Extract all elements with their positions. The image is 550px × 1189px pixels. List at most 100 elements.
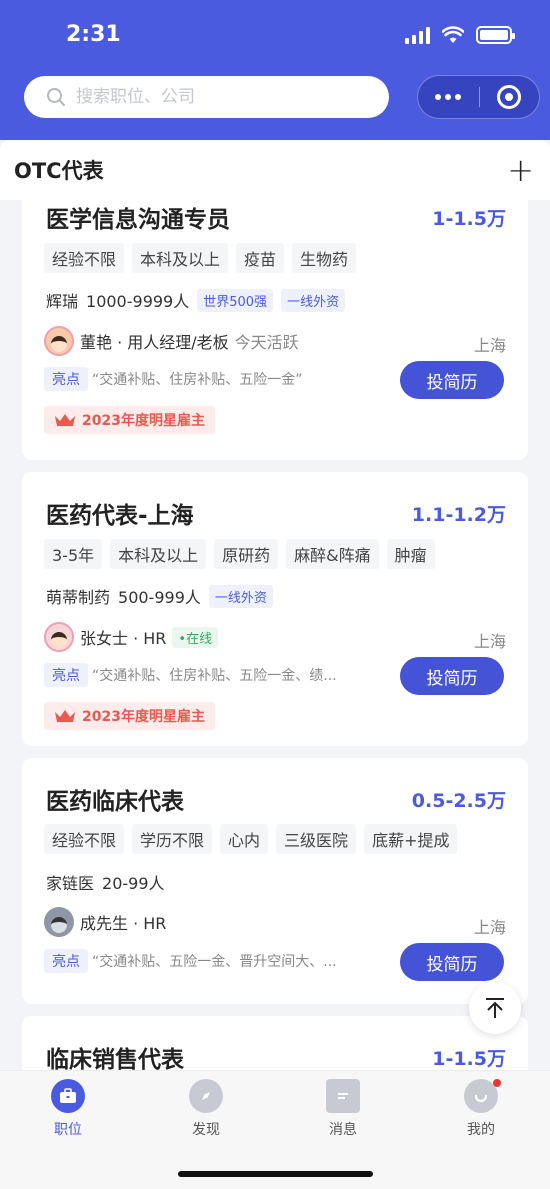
notification-dot bbox=[493, 1079, 501, 1087]
job-card[interactable]: 医药临床代表 0.5-2.5万 经验不限 学历不限 心内 三级医院 底薪+提成 … bbox=[22, 758, 528, 1004]
home-indicator bbox=[178, 1171, 373, 1177]
job-tag: 生物药 bbox=[292, 243, 357, 273]
company-size: 1000-9999人 bbox=[86, 292, 190, 311]
job-highlight: 亮点 “交通补贴、住房补贴、五险一金、绩... bbox=[44, 663, 337, 687]
badge-text: 2023年度明星雇主 bbox=[82, 709, 205, 725]
company-info: 辉瑞 1000-9999人 世界500强 一线外资 bbox=[46, 288, 346, 312]
job-salary: 0.5-2.5万 bbox=[411, 790, 506, 812]
job-salary: 1.1-1.2万 bbox=[411, 504, 506, 526]
job-tag: 本科及以上 bbox=[110, 539, 207, 569]
battery-icon bbox=[476, 26, 515, 44]
nav-jobs[interactable]: 职位 bbox=[28, 1079, 108, 1139]
header: 2:31 bbox=[0, 0, 550, 140]
highlight-text: “交通补贴、住房补贴、五险一金、绩... bbox=[92, 668, 337, 684]
search-input[interactable] bbox=[76, 87, 356, 107]
job-title: 医学信息沟通专员 bbox=[46, 207, 230, 233]
search-bar[interactable] bbox=[24, 76, 389, 118]
nav-label: 职位 bbox=[54, 1122, 82, 1138]
job-tags: 经验不限 本科及以上 疫苗 生物药 bbox=[44, 243, 357, 273]
wifi-icon bbox=[442, 26, 464, 43]
badge-text: 2023年度明星雇主 bbox=[82, 413, 205, 429]
job-tag: 心内 bbox=[220, 824, 269, 854]
compass-icon bbox=[189, 1079, 223, 1113]
job-card[interactable]: 医药代表-上海 1.1-1.2万 3-5年 本科及以上 原研药 麻醉&阵痛 肿瘤… bbox=[22, 472, 528, 746]
nav-profile[interactable]: 我的 bbox=[441, 1079, 521, 1139]
message-icon bbox=[326, 1079, 360, 1113]
close-miniprogram-button[interactable] bbox=[480, 85, 539, 109]
recruiter-name: 成先生 · HR bbox=[80, 914, 167, 933]
crown-icon bbox=[55, 414, 75, 426]
company-info: 萌蒂制药 500-999人 一线外资 bbox=[46, 584, 273, 608]
company-tag: 一线外资 bbox=[208, 584, 273, 608]
company-info: 家链医 20-99人 bbox=[46, 870, 165, 894]
status-time: 2:31 bbox=[66, 22, 121, 47]
status-icons bbox=[405, 26, 515, 44]
arrow-up-icon bbox=[486, 998, 504, 1018]
job-tab-bar: OTC代表 + bbox=[0, 140, 550, 200]
company-name: 萌蒂制药 bbox=[46, 588, 111, 607]
highlight-label: 亮点 bbox=[44, 663, 88, 687]
job-card[interactable]: 医学信息沟通专员 1-1.5万 经验不限 本科及以上 疫苗 生物药 辉瑞 100… bbox=[22, 200, 528, 460]
recruiter-name: 张女士 · HR bbox=[80, 629, 167, 648]
miniprogram-capsule bbox=[417, 75, 540, 119]
back-to-top-button[interactable] bbox=[469, 982, 521, 1034]
job-tag: 3-5年 bbox=[44, 539, 103, 569]
add-tab-button[interactable]: + bbox=[507, 154, 534, 186]
company-size: 500-999人 bbox=[118, 588, 201, 607]
job-card[interactable]: 临床销售代表 1-1.5万 bbox=[22, 1016, 528, 1070]
job-tags: 3-5年 本科及以上 原研药 麻醉&阵痛 肿瘤 bbox=[44, 539, 435, 569]
company-tag: 一线外资 bbox=[281, 288, 346, 312]
avatar bbox=[44, 622, 74, 652]
job-tag: 经验不限 bbox=[44, 824, 125, 854]
job-tag: 疫苗 bbox=[236, 243, 285, 273]
job-tag: 经验不限 bbox=[44, 243, 125, 273]
highlight-text: “交通补贴、五险一金、晋升空间大、... bbox=[92, 954, 337, 970]
job-location: 上海 bbox=[473, 632, 506, 651]
crown-icon bbox=[55, 710, 75, 722]
recruiter-info: 董艳 · 用人经理/老板 今天活跃 bbox=[44, 326, 299, 356]
job-tag: 本科及以上 bbox=[132, 243, 229, 273]
job-tags: 经验不限 学历不限 心内 三级医院 底薪+提成 bbox=[44, 824, 458, 854]
apply-button[interactable]: 投简历 bbox=[400, 657, 504, 695]
tab-otc[interactable]: OTC代表 bbox=[14, 155, 104, 185]
company-size: 20-99人 bbox=[102, 874, 165, 893]
company-tag: 世界500强 bbox=[197, 288, 274, 312]
job-list[interactable]: 医学信息沟通专员 1-1.5万 经验不限 本科及以上 疫苗 生物药 辉瑞 100… bbox=[0, 200, 550, 1070]
apply-button[interactable]: 投简历 bbox=[400, 361, 504, 399]
job-tag: 麻醉&阵痛 bbox=[286, 539, 379, 569]
recruiter-info: 成先生 · HR bbox=[44, 907, 166, 937]
nav-label: 发现 bbox=[192, 1122, 220, 1138]
job-tag: 原研药 bbox=[214, 539, 279, 569]
job-highlight: 亮点 “交通补贴、五险一金、晋升空间大、... bbox=[44, 949, 337, 973]
target-icon bbox=[497, 85, 522, 109]
briefcase-icon bbox=[51, 1079, 85, 1113]
company-name: 辉瑞 bbox=[46, 292, 79, 311]
highlight-label: 亮点 bbox=[44, 367, 88, 391]
job-salary: 1-1.5万 bbox=[432, 208, 506, 230]
job-tag: 三级医院 bbox=[276, 824, 357, 854]
nav-discover[interactable]: 发现 bbox=[166, 1079, 246, 1139]
recruiter-name: 董艳 · 用人经理/老板 bbox=[80, 333, 229, 352]
job-location: 上海 bbox=[473, 918, 506, 937]
more-menu-button[interactable] bbox=[418, 94, 479, 100]
job-tag: 学历不限 bbox=[132, 824, 213, 854]
nav-label: 我的 bbox=[467, 1122, 495, 1138]
recruiter-info: 张女士 · HR •在线 bbox=[44, 622, 219, 652]
highlight-label: 亮点 bbox=[44, 949, 88, 973]
nav-messages[interactable]: 消息 bbox=[303, 1079, 383, 1139]
recruiter-status: 今天活跃 bbox=[234, 333, 299, 352]
search-icon bbox=[47, 88, 65, 106]
job-tag: 底薪+提成 bbox=[364, 824, 458, 854]
highlight-text: “交通补贴、住房补贴、五险一金” bbox=[92, 372, 303, 388]
job-location: 上海 bbox=[473, 336, 506, 355]
online-status: •在线 bbox=[172, 626, 219, 648]
avatar bbox=[44, 907, 74, 937]
job-title: 临床销售代表 bbox=[46, 1047, 184, 1070]
job-title: 医药代表-上海 bbox=[46, 503, 194, 529]
job-highlight: 亮点 “交通补贴、住房补贴、五险一金” bbox=[44, 367, 303, 391]
company-name: 家链医 bbox=[46, 874, 95, 893]
signal-icon bbox=[405, 26, 430, 44]
apply-button[interactable]: 投简历 bbox=[400, 943, 504, 981]
employer-badge: 2023年度明星雇主 bbox=[44, 406, 215, 434]
nav-label: 消息 bbox=[329, 1122, 357, 1138]
